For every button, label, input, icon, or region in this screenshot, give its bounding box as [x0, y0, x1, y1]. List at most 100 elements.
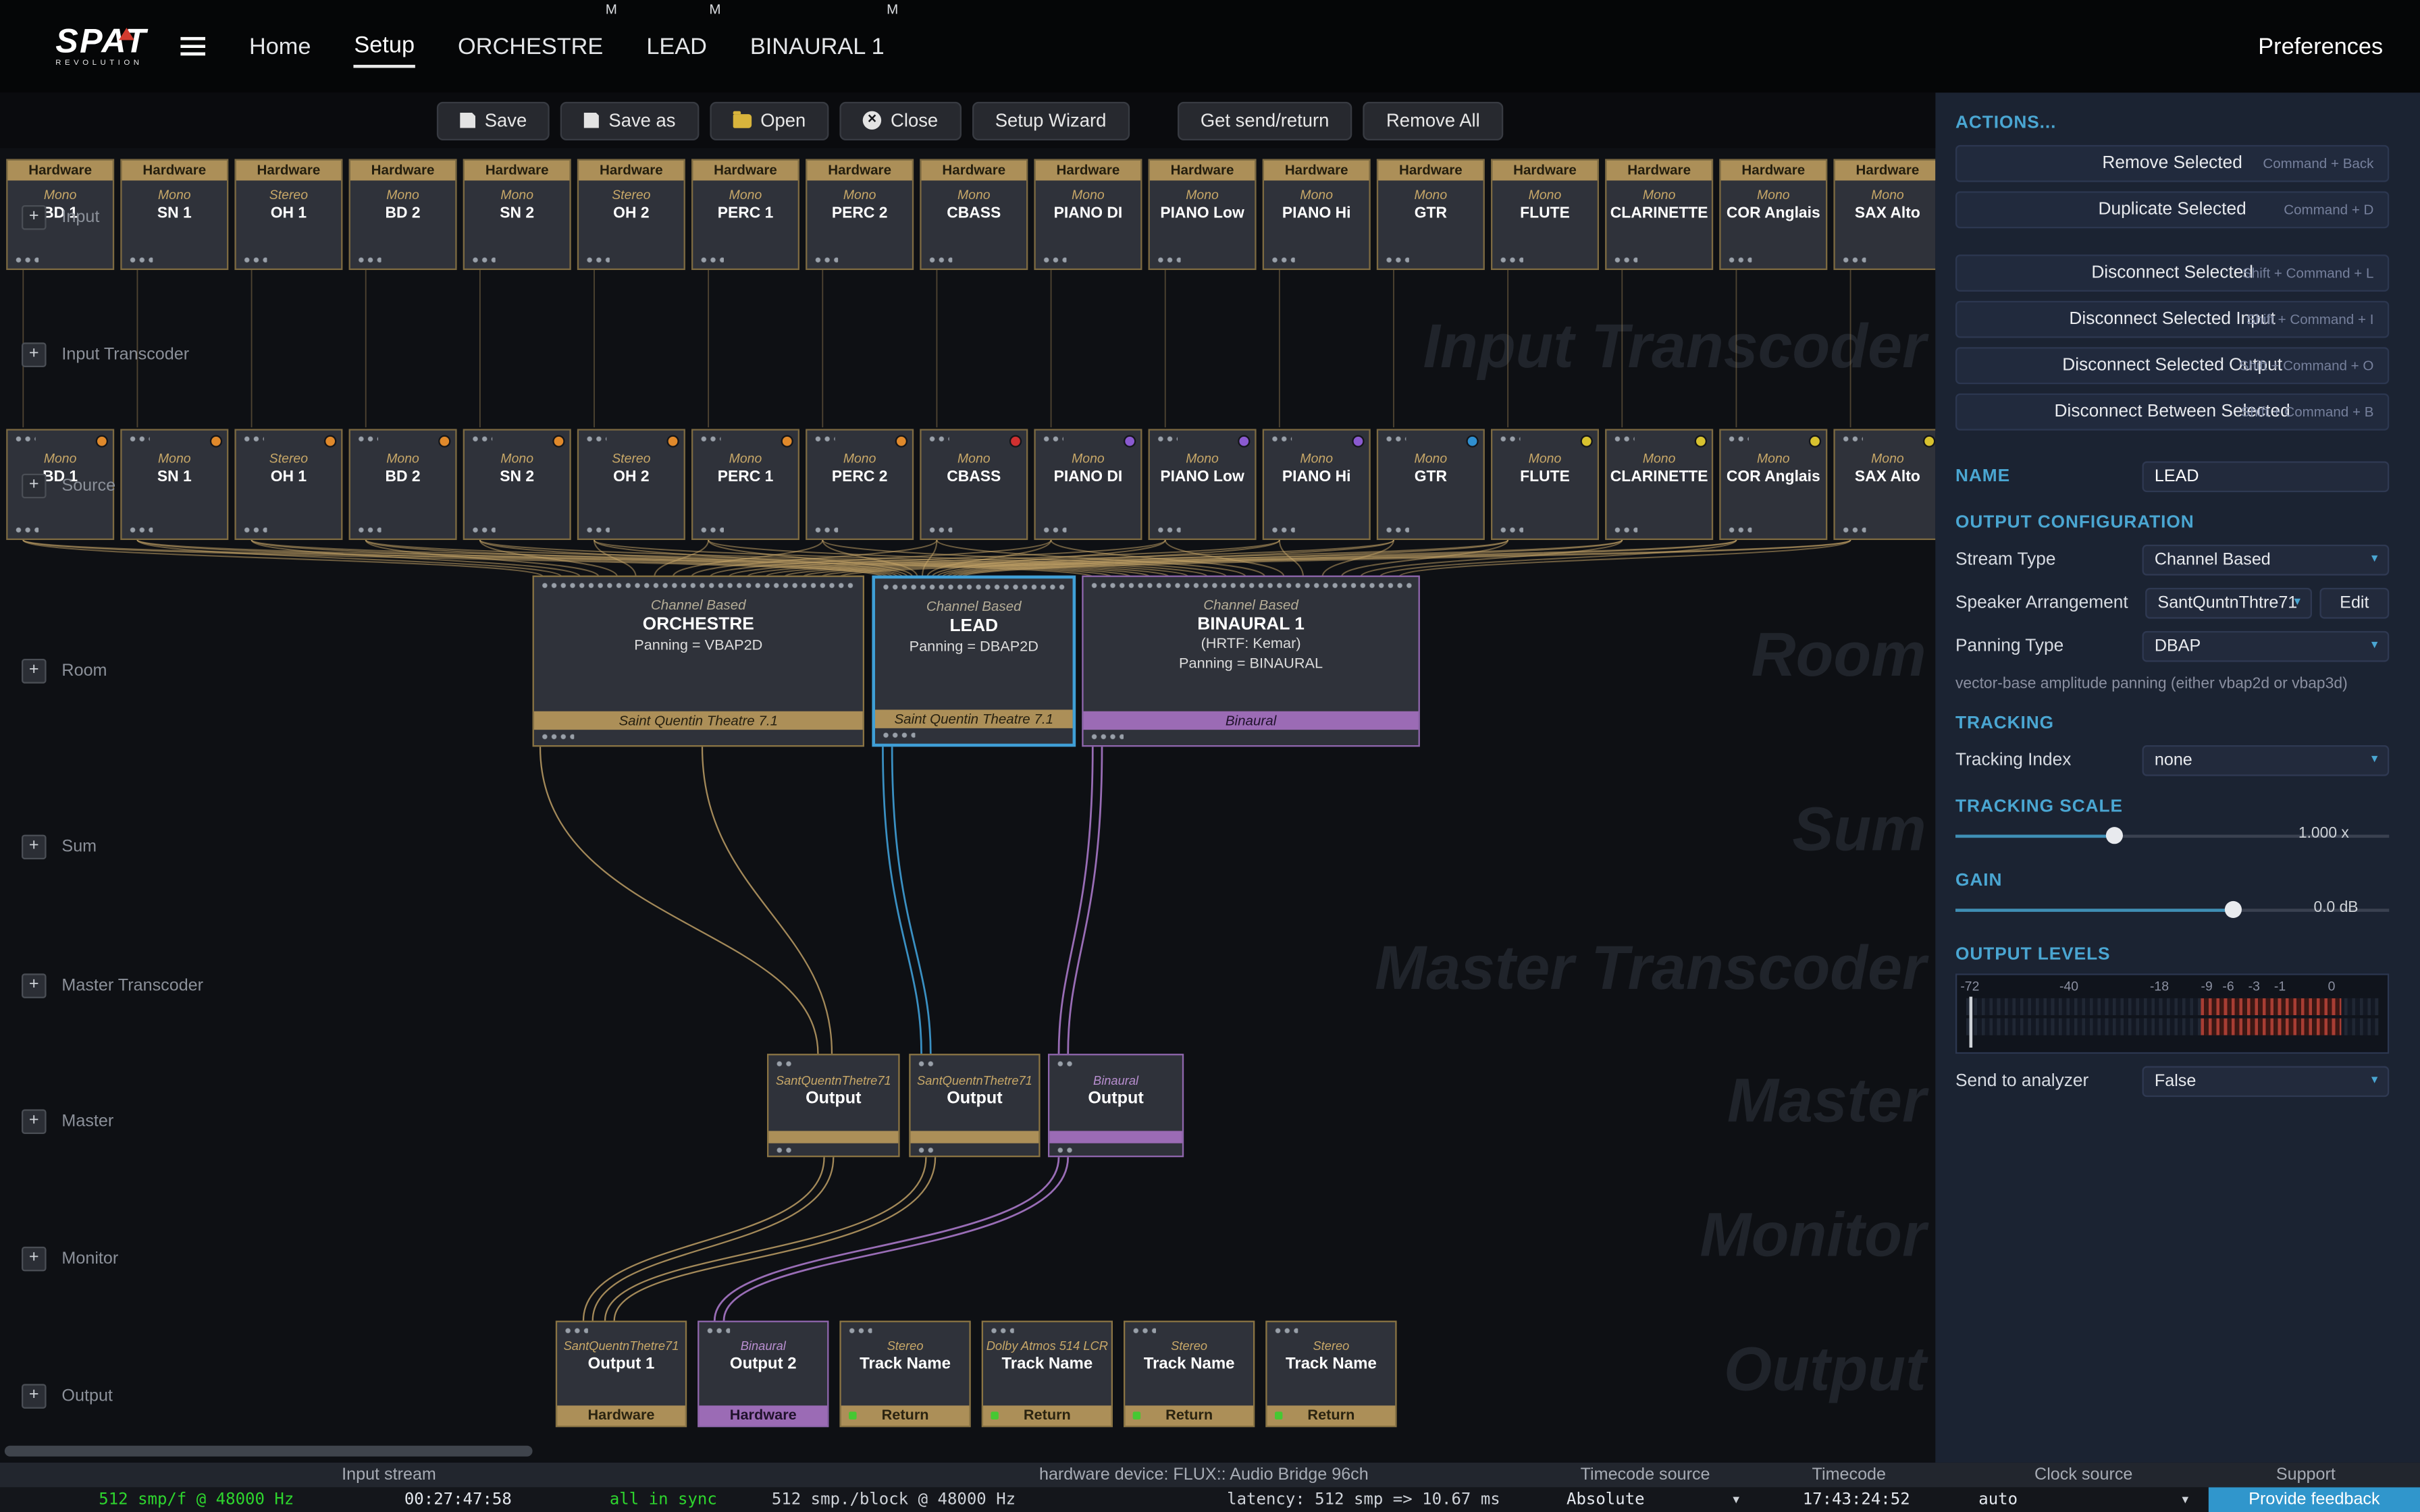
output-node[interactable]: SantQuentnThetre71 Output 1 Hardware [556, 1321, 687, 1428]
nav-tab[interactable]: ORCHESTRE M [458, 27, 603, 65]
master-node[interactable]: SantQuentnThetre71 Output [767, 1054, 900, 1157]
output-kind-label: Hardware [557, 1405, 685, 1426]
hardware-device-label: hardware device: FLUX:: Audio Bridge 96c… [1039, 1465, 1369, 1484]
output-name: Output 2 [699, 1355, 827, 1373]
tracking-scale-title: TRACKING SCALE [1955, 798, 2389, 816]
section-label: Sum [61, 838, 97, 856]
menu-icon[interactable] [181, 37, 206, 55]
nav-tab[interactable]: BINAURAL 1 M [750, 27, 885, 65]
action-button[interactable]: Disconnect Selected Shift + Command + L [1955, 254, 2389, 292]
master-footer [911, 1131, 1039, 1143]
timecode-source-dropdown[interactable]: Absolute [1567, 1490, 1739, 1509]
nav-tab-label: Home [249, 33, 311, 59]
toolbar-button[interactable]: Open [710, 101, 829, 140]
toolbar-button[interactable]: Get send/return [1178, 101, 1352, 140]
output-node[interactable]: Stereo Track Name Return [1265, 1321, 1396, 1428]
return-active-dot [991, 1411, 998, 1419]
master-node[interactable]: SantQuentnThetre71 Output [909, 1054, 1040, 1157]
toolbar-button[interactable]: Remove All [1363, 101, 1503, 140]
nav-tab[interactable]: LEAD M [646, 27, 707, 65]
send-to-analyzer-dropdown[interactable]: False [2142, 1066, 2390, 1097]
nav-tab[interactable]: Home [249, 27, 311, 65]
action-button-label: Remove Selected [2102, 155, 2242, 173]
toolbar-button[interactable]: Save [437, 101, 550, 140]
top-bar: SPAT REVOLUTION Home Setup ORCHESTRE M L… [0, 0, 2420, 92]
toolbar-button[interactable]: Save as [561, 101, 699, 140]
meter-scale: -72-40-18-9-6-3-10 [1957, 975, 2388, 996]
horizontal-scrollbar[interactable] [5, 1446, 533, 1457]
output-node[interactable]: Stereo Track Name Return [1124, 1321, 1255, 1428]
meter-scale-label: -72 [1960, 978, 1979, 994]
status-bar-values: 512 smp/f @ 48000 Hz 00:27:47:58 all in … [0, 1487, 2420, 1512]
output-node[interactable]: Binaural Output 2 Hardware [698, 1321, 828, 1428]
toolbar-button-label: Save as [608, 109, 675, 131]
action-button[interactable]: Remove Selected Command + Back [1955, 145, 2389, 182]
add-section-button[interactable]: + [22, 973, 47, 998]
provide-feedback-button[interactable]: Provide feedback [2209, 1487, 2420, 1512]
section-label: Master Transcoder [61, 977, 203, 995]
section-row: + Input [22, 205, 99, 230]
main-nav: Home Setup ORCHESTRE M LEAD M BINAURAL 1… [249, 26, 885, 68]
action-shortcut: Shift + Command + O [2239, 358, 2373, 373]
output-name: Output 1 [557, 1355, 685, 1373]
toolbar-button-icon [733, 113, 751, 128]
slider-thumb[interactable] [2105, 827, 2122, 844]
section-label: Master [61, 1112, 113, 1131]
meter-scale-label: -6 [2222, 978, 2234, 994]
section-label: Output [61, 1387, 113, 1405]
output-name: Track Name [1267, 1355, 1396, 1373]
nav-tab[interactable]: Setup [354, 26, 415, 68]
master-node[interactable]: Binaural Output [1048, 1054, 1184, 1157]
add-section-button[interactable]: + [22, 835, 47, 860]
speaker-arrangement-dropdown[interactable]: SantQuntnThtre71 [2145, 588, 2312, 619]
timecode-value: 17:43:24:52 [1803, 1490, 1910, 1509]
panning-type-dropdown[interactable]: DBAP [2142, 631, 2390, 662]
clock-source-dropdown[interactable]: auto [1978, 1490, 2188, 1509]
setup-toolbar: Save Save as Open Close Setup Wizard Get… [0, 92, 1935, 148]
slider-thumb[interactable] [2224, 901, 2241, 918]
properties-sidebar: ACTIONS... Remove Selected Command + Bac… [1935, 92, 2420, 1463]
edit-arrangement-button[interactable]: Edit [2319, 588, 2389, 619]
output-level-meter: -72-40-18-9-6-3-10 [1955, 973, 2389, 1054]
section-row: + Monitor [22, 1247, 118, 1272]
add-section-button[interactable]: + [22, 1109, 47, 1134]
add-section-button[interactable]: + [22, 474, 47, 499]
support-label: Support [2276, 1465, 2336, 1484]
output-node[interactable]: Dolby Atmos 514 LCR Track Name Return [982, 1321, 1113, 1428]
action-button[interactable]: Disconnect Selected Input Shift + Comman… [1955, 301, 2389, 338]
tracking-scale-value: 1.000 x [2298, 826, 2349, 842]
output-ports [1055, 1146, 1074, 1154]
add-section-button[interactable]: + [22, 1384, 47, 1409]
action-shortcut: Command + D [2284, 202, 2373, 217]
section-row: + Sum [22, 835, 97, 860]
tracking-index-dropdown[interactable]: none [2142, 745, 2390, 776]
add-section-button[interactable]: + [22, 342, 47, 367]
action-button[interactable]: Disconnect Selected Output Shift + Comma… [1955, 347, 2389, 384]
tracking-scale-slider[interactable]: 1.000 x [1955, 822, 2389, 850]
actions-disconnect-group: Disconnect Selected Shift + Command + L … [1955, 254, 2389, 431]
add-section-button[interactable]: + [22, 205, 47, 230]
toolbar-button-icon [460, 113, 475, 128]
section-row: + Input Transcoder [22, 342, 189, 367]
meter-red-zone [2201, 1019, 2341, 1035]
master-name: Output [768, 1089, 898, 1108]
gain-slider[interactable]: 0.0 dB [1955, 896, 2389, 924]
output-configuration-title: OUTPUT CONFIGURATION [1955, 514, 2389, 532]
action-button[interactable]: Duplicate Selected Command + D [1955, 191, 2389, 228]
input-ports [1131, 1327, 1156, 1334]
slider-fill [1955, 909, 2233, 912]
input-ports [917, 1060, 935, 1067]
action-button[interactable]: Disconnect Between Selected Shift + Comm… [1955, 394, 2389, 431]
add-section-button[interactable]: + [22, 1247, 47, 1272]
add-section-button[interactable]: + [22, 659, 47, 684]
toolbar-button[interactable]: Setup Wizard [972, 101, 1129, 140]
meter-scale-label: -3 [2248, 978, 2260, 994]
preferences-button[interactable]: Preferences [2258, 33, 2383, 59]
name-label: NAME [1955, 468, 2010, 486]
stream-type-dropdown[interactable]: Channel Based [2142, 545, 2390, 576]
mute-badge: M [606, 1, 617, 16]
toolbar-button[interactable]: Close [840, 101, 962, 140]
output-node[interactable]: Stereo Track Name Return [839, 1321, 970, 1428]
name-input[interactable] [2142, 461, 2390, 492]
actions-primary-group: Remove Selected Command + Back Duplicate… [1955, 145, 2389, 228]
